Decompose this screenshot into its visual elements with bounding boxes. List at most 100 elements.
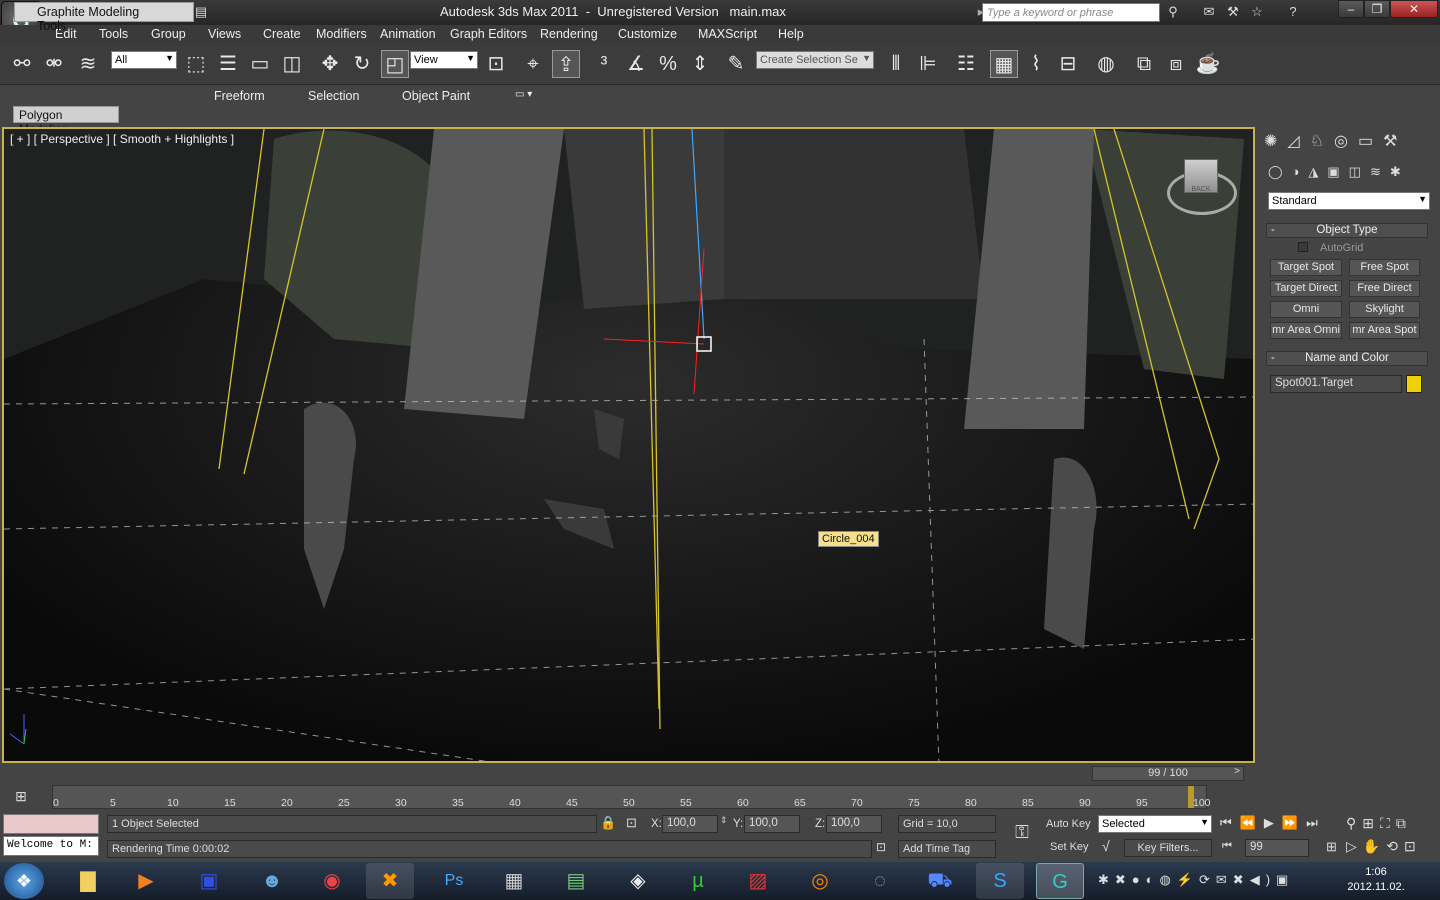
time-tag-icon[interactable]: ⊡: [876, 840, 894, 858]
reference-coordinate-dropdown[interactable]: View ▼: [410, 51, 478, 69]
object-color-swatch[interactable]: [1406, 375, 1422, 393]
window-crossing-icon[interactable]: ◫: [278, 50, 306, 78]
viewcube[interactable]: BACK: [1184, 159, 1218, 193]
track-bar[interactable]: 0 5 10 15 20 25 30 35 40 45 50 55 60 65 70 75 80 85 90 95 10…: [52, 785, 1211, 809]
mr-area-spot-button[interactable]: mr Area Spot: [1349, 322, 1420, 339]
omni-button[interactable]: Omni: [1270, 301, 1342, 318]
menu-rendering[interactable]: Rendering: [540, 27, 598, 41]
auto-key-button[interactable]: Auto Key: [1046, 818, 1091, 830]
next-frame-icon[interactable]: ⏩: [1282, 815, 1306, 830]
menu-maxscript[interactable]: MAXScript: [698, 27, 757, 41]
system-tray-icons[interactable]: ✱✖●◐◍⚡⟳✉✖◀)▣: [1098, 872, 1294, 888]
named-selection-dropdown[interactable]: Create Selection Se ▼: [756, 51, 874, 69]
z-coordinate-field[interactable]: 100,0: [826, 815, 882, 833]
menu-help[interactable]: Help: [778, 27, 804, 41]
x-spinner-icon[interactable]: ⇕: [720, 815, 728, 826]
select-by-name-icon[interactable]: ☰: [214, 50, 242, 78]
set-key-icon[interactable]: ⚿: [1005, 822, 1039, 846]
object-category-dropdown[interactable]: Standard ▼: [1268, 192, 1430, 210]
previous-frame-icon[interactable]: ⏪: [1240, 815, 1264, 830]
rendered-frame-window-icon[interactable]: ⧈: [1162, 50, 1190, 78]
go-to-start-icon[interactable]: ⏮: [1220, 815, 1240, 830]
set-key-button[interactable]: Set Key: [1050, 841, 1089, 853]
tab-object-paint[interactable]: Object Paint: [392, 87, 480, 105]
chrome-icon[interactable]: ◉: [308, 863, 356, 899]
zoom-extents-icon[interactable]: ⛶: [1380, 815, 1396, 831]
menu-create[interactable]: Create: [263, 27, 301, 41]
curve-editor-icon[interactable]: ⌇: [1022, 50, 1050, 78]
align-icon[interactable]: ⊫: [914, 50, 942, 78]
spinner-snap-icon[interactable]: ⇕: [686, 50, 714, 78]
schematic-view-icon[interactable]: ⊟: [1054, 50, 1082, 78]
field-of-view-icon[interactable]: ▷: [1346, 838, 1363, 854]
rectangular-selection-icon[interactable]: ▭: [246, 50, 274, 78]
absolute-mode-icon[interactable]: ⊡: [626, 815, 642, 833]
minimize-button[interactable]: –: [1338, 0, 1364, 18]
target-spot-button[interactable]: Target Spot: [1270, 259, 1342, 276]
selection-filter-dropdown[interactable]: All ▼: [111, 51, 177, 69]
unlink-icon[interactable]: ⚮: [40, 50, 68, 78]
menu-tools[interactable]: Tools: [99, 27, 128, 41]
autogrid-checkbox[interactable]: [1298, 242, 1308, 252]
object-name-field[interactable]: Spot001.Target: [1270, 375, 1402, 393]
panel-polygon-modeling[interactable]: Polygon Modeling: [13, 106, 119, 136]
time-slider[interactable]: 99 / 100: [1092, 766, 1244, 781]
zoom-icon[interactable]: ⚲: [1346, 815, 1362, 831]
maxscript-listener-input[interactable]: Welcome to M:: [3, 836, 99, 856]
y-coordinate-field[interactable]: 100,0: [744, 815, 800, 833]
x-coordinate-field[interactable]: 100,0: [662, 815, 718, 833]
calculator-icon[interactable]: ▦: [490, 863, 538, 899]
pivot-center-icon[interactable]: ⊡: [482, 50, 510, 78]
search-input[interactable]: Type a keyword or phrase: [982, 3, 1160, 22]
rollout-name-and-color[interactable]: - Name and Color: [1266, 351, 1428, 366]
go-to-end-icon[interactable]: ⏭: [1306, 815, 1326, 830]
unity-icon[interactable]: ◈: [614, 863, 662, 899]
menu-customize[interactable]: Customize: [618, 27, 677, 41]
tab-graphite-modeling-tools[interactable]: Graphite Modeling Tools: [14, 2, 194, 33]
rollout-object-type[interactable]: - Object Type: [1266, 223, 1428, 238]
skype-icon[interactable]: S: [976, 863, 1024, 899]
blender-icon[interactable]: ◎: [796, 863, 844, 899]
mr-area-omni-button[interactable]: mr Area Omni: [1270, 322, 1342, 339]
add-time-tag-button[interactable]: Add Time Tag: [898, 840, 996, 858]
angle-snap-icon[interactable]: ∡: [622, 50, 650, 78]
viewport-label[interactable]: [ + ] [ Perspective ] [ Smooth + Highlig…: [10, 132, 234, 146]
zoom-extents-all-icon[interactable]: ⧉: [1396, 815, 1412, 831]
graphite-toggle-icon[interactable]: ▦: [990, 50, 1018, 78]
ribbon-options-icon[interactable]: ▭ ▾: [505, 87, 542, 105]
utorrent-icon[interactable]: µ: [674, 863, 722, 899]
perspective-viewport[interactable]: [ + ] [ Perspective ] [ Smooth + Highlig…: [2, 127, 1255, 763]
messenger-icon[interactable]: ☻: [248, 863, 296, 899]
orbit-icon[interactable]: ⟲: [1386, 838, 1404, 854]
help-icon[interactable]: ?: [1284, 3, 1302, 21]
time-configuration-icon[interactable]: ⊞: [1326, 839, 1337, 855]
current-frame-field[interactable]: 99: [1245, 839, 1309, 857]
communication-center-icon[interactable]: ✉: [1200, 3, 1218, 21]
menu-graph-editors[interactable]: Graph Editors: [450, 27, 527, 41]
manipulate-icon[interactable]: ⌖: [519, 50, 547, 78]
edit-named-selection-icon[interactable]: ✎: [722, 50, 750, 78]
maximize-button[interactable]: ❐: [1364, 0, 1390, 18]
menu-views[interactable]: Views: [208, 27, 241, 41]
photoshop-icon[interactable]: Ps: [430, 863, 478, 899]
free-direct-button[interactable]: Free Direct: [1349, 280, 1420, 297]
bind-space-warp-icon[interactable]: ≋: [74, 50, 102, 78]
key-filters-button[interactable]: Key Filters...: [1124, 839, 1212, 857]
loading-app-icon[interactable]: ◌: [856, 863, 904, 899]
project-folder-icon[interactable]: ▤: [192, 3, 210, 21]
system-clock[interactable]: 1:06 2012.11.02.: [1340, 865, 1412, 895]
tab-selection[interactable]: Selection: [298, 87, 369, 105]
command-panel-tabs[interactable]: ✺◿♘◎▭⚒: [1264, 131, 1407, 151]
skylight-button[interactable]: Skylight: [1349, 301, 1420, 318]
zoom-all-icon[interactable]: ⊞: [1362, 815, 1380, 831]
favorites-star-icon[interactable]: ☆: [1248, 3, 1266, 21]
system-monitor-icon[interactable]: ▤: [552, 863, 600, 899]
save-disk-icon[interactable]: ▣: [185, 863, 233, 899]
keyboard-shortcut-override-icon[interactable]: ⇪: [552, 50, 580, 78]
render-setup-icon[interactable]: ⧉: [1130, 50, 1158, 78]
menu-animation[interactable]: Animation: [380, 27, 436, 41]
media-player-icon[interactable]: ▶: [122, 863, 170, 899]
play-icon[interactable]: ▶: [1264, 815, 1282, 830]
material-editor-icon[interactable]: ◍: [1092, 50, 1120, 78]
default-tangent-icon[interactable]: √: [1102, 838, 1110, 854]
